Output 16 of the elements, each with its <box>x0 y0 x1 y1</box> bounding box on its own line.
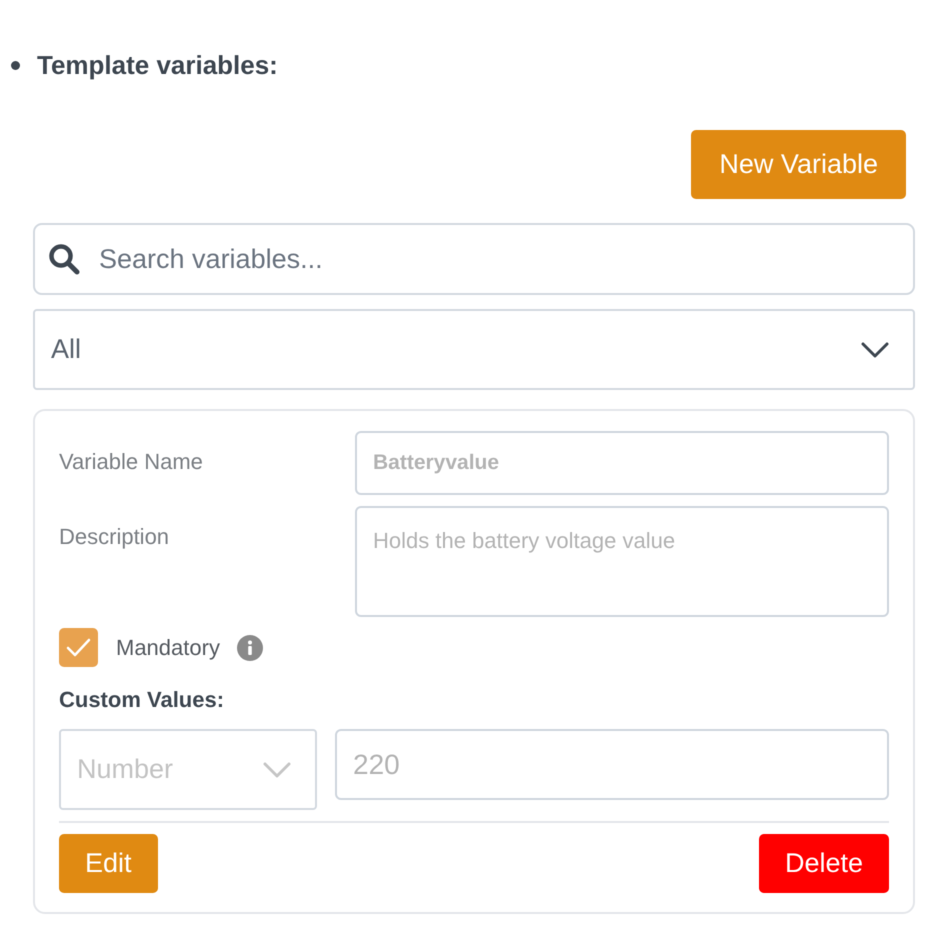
delete-button[interactable]: Delete <box>758 834 889 893</box>
info-icon[interactable] <box>236 634 263 660</box>
search-field[interactable]: Search variables... <box>33 223 915 295</box>
edit-button[interactable]: Edit <box>59 834 158 893</box>
search-icon <box>48 243 80 275</box>
field-label: Description <box>59 523 170 551</box>
new-variable-button[interactable]: New Variable <box>691 130 906 199</box>
section-heading: Template variables: <box>37 50 278 80</box>
chevron-down-icon <box>861 342 889 358</box>
filter-select[interactable]: All <box>33 309 915 390</box>
bullet-icon <box>11 60 20 70</box>
checkbox[interactable] <box>59 628 98 667</box>
checkbox-label: Mandatory <box>116 634 220 660</box>
chevron-down-icon <box>263 762 291 778</box>
custom-values-heading: Custom Values: <box>59 687 224 713</box>
field-label: Variable Name <box>59 448 204 476</box>
